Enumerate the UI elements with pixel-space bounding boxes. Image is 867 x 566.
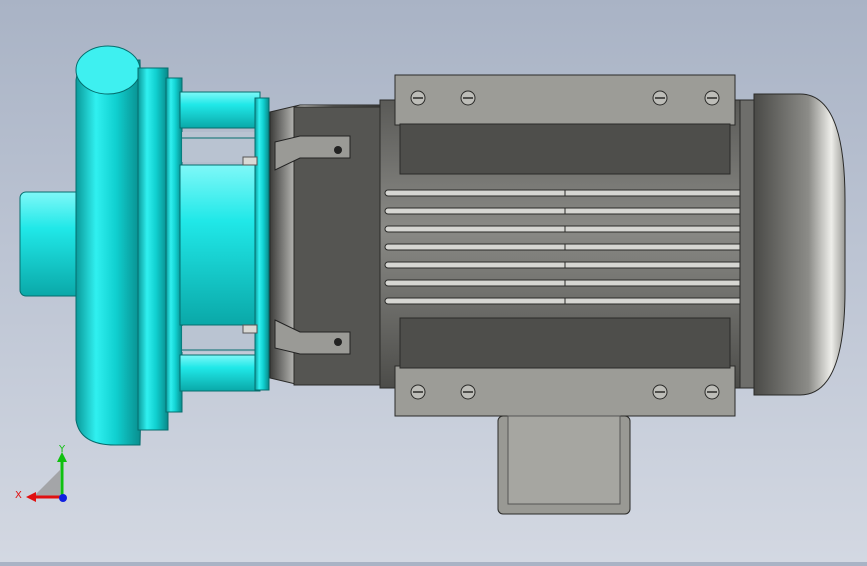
triad-z-axis <box>59 494 67 502</box>
model-view[interactable]: Y X <box>0 0 867 562</box>
pump-assembly[interactable] <box>19 45 270 446</box>
shaft-pin-bottom <box>242 324 258 334</box>
volute-top[interactable] <box>75 45 141 95</box>
motor-assembly[interactable] <box>269 74 846 515</box>
graphics-viewport[interactable]: Y X <box>0 0 867 562</box>
bracket-top-strut[interactable] <box>179 91 261 129</box>
shaft-pin-top <box>242 156 258 166</box>
casing-flange[interactable] <box>137 67 169 431</box>
bottom-mount-recess <box>399 317 731 369</box>
triad-y-label: Y <box>58 444 66 455</box>
triad-x-label: X <box>15 490 22 501</box>
fan-ring[interactable] <box>739 99 755 389</box>
top-mount-recess <box>399 123 731 175</box>
axis-triad: Y X <box>15 444 67 502</box>
top-mount-plate[interactable] <box>394 74 736 126</box>
volute-casing[interactable] <box>75 59 143 446</box>
suction-nozzle[interactable] <box>19 191 83 297</box>
bracket-body[interactable] <box>179 164 261 326</box>
adapter-flange[interactable] <box>254 97 270 391</box>
triad-x-arrowhead <box>26 492 36 502</box>
bracket-bottom-strut[interactable] <box>179 354 261 392</box>
triad-plane <box>33 470 60 497</box>
fan-cover[interactable] <box>753 93 846 396</box>
bottom-mount-plate[interactable] <box>394 365 736 417</box>
